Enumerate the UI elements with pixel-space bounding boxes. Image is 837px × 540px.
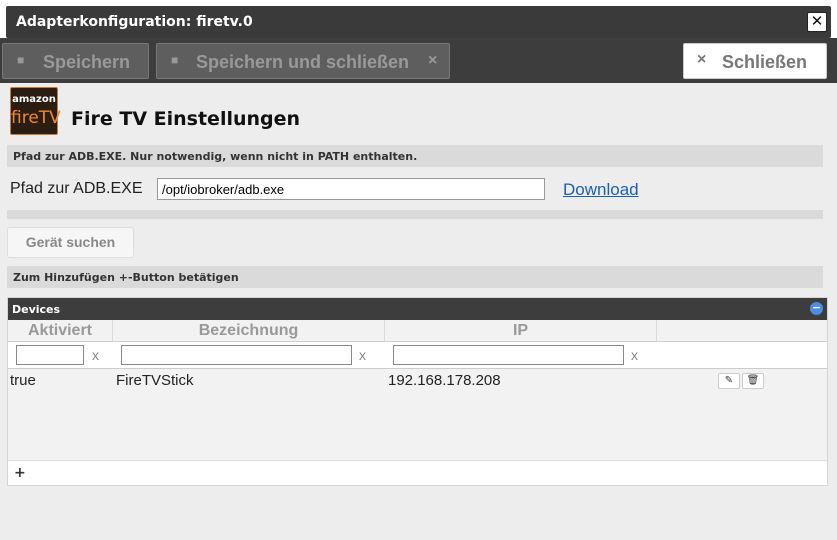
close-icon: × bbox=[697, 51, 707, 68]
devices-panel: Devices − Aktiviert Bezeichnung IP x x x… bbox=[7, 297, 828, 486]
trash-icon[interactable]: 🗑 bbox=[742, 373, 764, 389]
filter-ip-clear[interactable]: x bbox=[631, 347, 638, 363]
devices-header: Devices − bbox=[8, 298, 827, 320]
page-title: Fire TV Einstellungen bbox=[71, 108, 301, 130]
filter-bezeichnung-input[interactable] bbox=[121, 345, 352, 365]
adb-info-text: Pfad zur ADB.EXE. Nur notwendig, wenn ni… bbox=[13, 150, 418, 163]
column-header-aktiviert[interactable]: Aktiviert bbox=[8, 320, 113, 342]
edit-icon[interactable]: ✎ bbox=[718, 373, 740, 389]
close-button-label: Schließen bbox=[722, 52, 808, 72]
floppy-icon: ■ bbox=[17, 53, 25, 67]
close-window-icon[interactable]: ✕ bbox=[807, 12, 827, 32]
hint-text: Zum Hinzufügen +-Button betätigen bbox=[13, 271, 239, 284]
logo-line-1: amazon bbox=[12, 94, 56, 105]
column-header-actions bbox=[657, 320, 827, 342]
adb-path-label: Pfad zur ADB.EXE bbox=[10, 180, 143, 197]
filter-ip-input[interactable] bbox=[393, 345, 624, 365]
filter-bezeichnung-clear[interactable]: x bbox=[359, 347, 366, 363]
cell-ip[interactable]: 192.168.178.208 bbox=[388, 372, 501, 389]
add-row: + bbox=[8, 460, 827, 485]
hint-band: Zum Hinzufügen +-Button betätigen bbox=[7, 266, 823, 288]
firetv-logo: amazon fireTV bbox=[10, 87, 61, 135]
close-button[interactable]: × Schließen bbox=[683, 43, 827, 79]
toolbar: ■ Speichern ■ Speichern und schließen × … bbox=[0, 38, 837, 83]
title-bar: Adapterkonfiguration: firetv.0 ✕ bbox=[0, 0, 837, 38]
devices-title: Devices bbox=[12, 303, 61, 316]
save-button-label: Speichern bbox=[43, 52, 131, 72]
close-icon: × bbox=[428, 52, 438, 69]
cell-bezeichnung[interactable]: FireTVStick bbox=[116, 372, 194, 389]
search-device-button[interactable]: Gerät suchen bbox=[7, 227, 134, 258]
save-button[interactable]: ■ Speichern bbox=[2, 43, 149, 79]
floppy-icon: ■ bbox=[171, 53, 179, 67]
column-header-bezeichnung[interactable]: Bezeichnung bbox=[113, 320, 385, 342]
collapse-icon[interactable]: − bbox=[810, 302, 823, 315]
download-link[interactable]: Download bbox=[563, 180, 639, 200]
window-title: Adapterkonfiguration: firetv.0 bbox=[16, 14, 253, 30]
filter-aktiviert-clear[interactable]: x bbox=[92, 347, 99, 363]
filter-aktiviert-input[interactable] bbox=[16, 345, 84, 365]
logo-line-2: fireTV bbox=[11, 108, 61, 128]
add-icon[interactable]: + bbox=[14, 465, 26, 481]
save-close-button[interactable]: ■ Speichern und schließen × bbox=[156, 43, 450, 79]
separator-band bbox=[7, 210, 823, 219]
title-bar-inner: Adapterkonfiguration: firetv.0 ✕ bbox=[6, 6, 831, 38]
column-header-ip[interactable]: IP bbox=[385, 320, 657, 342]
adb-info-band: Pfad zur ADB.EXE. Nur notwendig, wenn ni… bbox=[7, 145, 823, 167]
filter-row: x x x bbox=[8, 342, 827, 369]
save-close-button-label: Speichern und schließen bbox=[196, 52, 410, 72]
adb-path-input[interactable] bbox=[157, 178, 545, 200]
cell-aktiviert[interactable]: true bbox=[10, 372, 36, 389]
